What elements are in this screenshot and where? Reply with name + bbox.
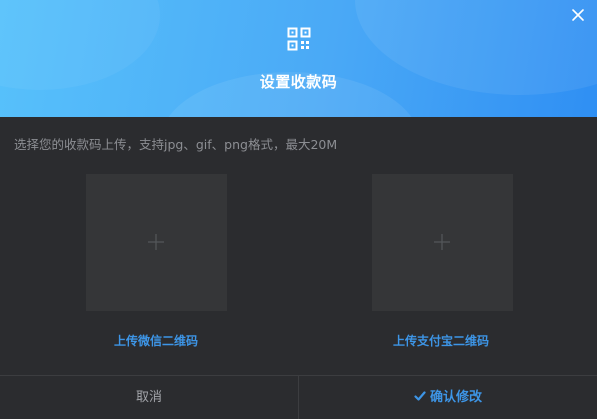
wechat-upload-area[interactable] xyxy=(86,174,227,311)
cancel-button[interactable]: 取消 xyxy=(0,376,298,419)
confirm-button-label: 确认修改 xyxy=(429,390,482,405)
check-icon xyxy=(414,391,426,401)
qr-code-icon xyxy=(287,27,311,51)
close-icon[interactable] xyxy=(569,6,587,24)
upload-wechat-qr-link[interactable]: 上传微信二维码 xyxy=(56,332,256,349)
upload-hint-text: 选择您的收款码上传，支持jpg、gif、png格式，最大20M xyxy=(14,137,338,152)
plus-icon xyxy=(148,234,164,250)
upload-alipay-qr-link[interactable]: 上传支付宝二维码 xyxy=(341,332,541,349)
payment-code-dialog: 设置收款码 选择您的收款码上传，支持jpg、gif、png格式，最大20M 上传… xyxy=(0,0,597,419)
plus-icon xyxy=(434,234,450,250)
dialog-footer: 取消 确认修改 xyxy=(0,375,597,419)
cancel-button-label: 取消 xyxy=(135,390,162,405)
alipay-upload-area[interactable] xyxy=(372,174,513,311)
dialog-header: 设置收款码 xyxy=(0,0,597,117)
dialog-title: 设置收款码 xyxy=(259,73,338,91)
confirm-button[interactable]: 确认修改 xyxy=(299,376,597,419)
